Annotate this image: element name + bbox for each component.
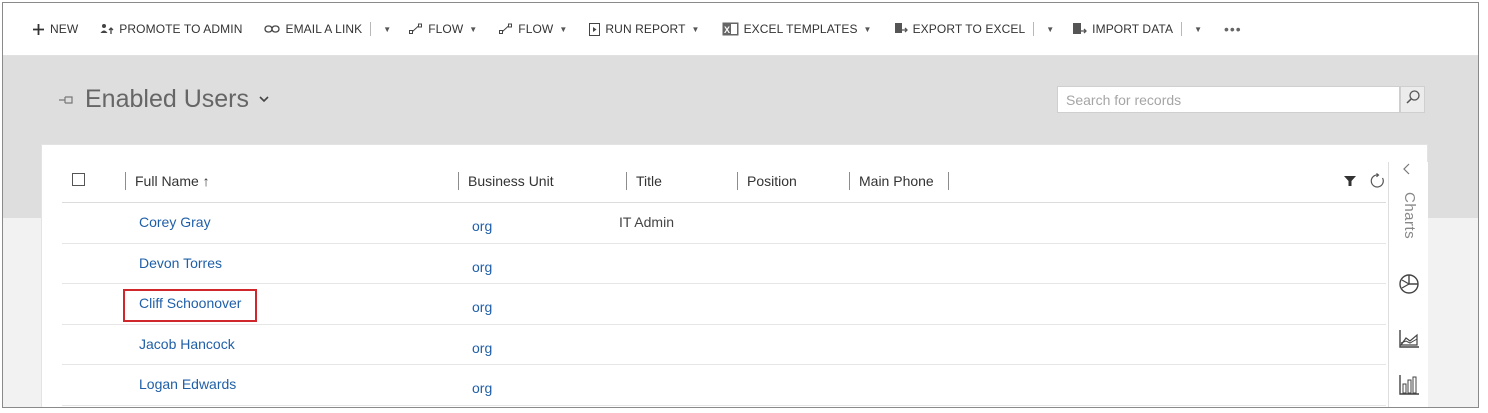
run-report-label: RUN REPORT: [605, 22, 686, 36]
chevron-down-icon: [259, 94, 269, 106]
chevron-down-icon: ▼: [863, 24, 872, 34]
table-row: Cliff Schoonover org: [62, 284, 1386, 325]
area-chart-icon[interactable]: [1398, 329, 1420, 354]
chevron-left-icon[interactable]: [1402, 162, 1410, 180]
refresh-icon[interactable]: [1370, 173, 1386, 189]
search-input[interactable]: [1057, 86, 1400, 113]
view-selector[interactable]: Enabled Users: [59, 85, 269, 114]
export-icon: [894, 22, 908, 36]
table-row: Logan Edwards org: [62, 365, 1386, 406]
column-header-title[interactable]: Title: [626, 159, 662, 203]
full-name-link[interactable]: Logan Edwards: [139, 376, 236, 392]
export-excel-dropdown[interactable]: ▼: [1046, 25, 1054, 34]
full-name-link[interactable]: Devon Torres: [139, 255, 222, 271]
column-header-position[interactable]: Position: [737, 159, 797, 203]
separator: [1181, 22, 1183, 36]
column-label: Main Phone: [859, 173, 934, 189]
email-link-label: EMAIL A LINK: [285, 22, 363, 36]
business-unit-link[interactable]: org: [472, 299, 492, 315]
app-frame: NEW PROMOTE TO ADMIN EMAIL A LINK ▼ FLOW…: [2, 2, 1479, 408]
full-name-link[interactable]: Jacob Hancock: [139, 336, 235, 352]
grid-tools: [1330, 159, 1386, 203]
flow-label-1: FLOW: [428, 22, 464, 36]
promote-icon: [100, 23, 114, 35]
flow-icon: [409, 23, 423, 35]
column-label: Position: [747, 173, 797, 189]
import-data-label: IMPORT DATA: [1092, 22, 1174, 36]
view-title: Enabled Users: [85, 85, 249, 113]
column-header-business-unit[interactable]: Business Unit: [458, 159, 554, 203]
full-name-link[interactable]: Cliff Schoonover: [139, 295, 241, 311]
separator: [370, 22, 372, 36]
bar-chart-icon[interactable]: [1398, 374, 1420, 401]
flow-button-2[interactable]: FLOW ▼: [499, 17, 567, 41]
separator: [1033, 22, 1035, 36]
business-unit-link[interactable]: org: [472, 380, 492, 396]
email-link-dropdown[interactable]: ▼: [383, 25, 391, 34]
link-icon: [264, 24, 281, 34]
import-data-dropdown[interactable]: ▼: [1194, 25, 1202, 34]
charts-toggle[interactable]: Charts: [1401, 192, 1418, 239]
excel-templates-label: EXCEL TEMPLATES: [743, 22, 858, 36]
column-label: Title: [636, 173, 662, 189]
flow-icon: [499, 23, 513, 35]
excel-icon: X: [722, 22, 739, 36]
chevron-down-icon: ▼: [691, 24, 700, 34]
business-unit-link[interactable]: org: [472, 259, 492, 275]
filter-icon[interactable]: [1344, 175, 1356, 187]
new-label: NEW: [50, 22, 79, 36]
table-row: Jacob Hancock org: [62, 325, 1386, 365]
command-bar: NEW PROMOTE TO ADMIN EMAIL A LINK ▼ FLOW…: [3, 3, 1478, 56]
email-link-button[interactable]: EMAIL A LINK: [264, 17, 362, 41]
table-row: Corey Gray org IT Admin: [62, 203, 1386, 244]
import-icon: [1072, 22, 1088, 36]
import-data-split: IMPORT DATA ▼: [1072, 17, 1202, 41]
excel-templates-button[interactable]: X EXCEL TEMPLATES ▼: [722, 17, 872, 41]
column-header-main-phone[interactable]: Main Phone: [849, 159, 949, 203]
import-data-button[interactable]: IMPORT DATA: [1072, 17, 1173, 41]
column-label: Full Name ↑: [135, 173, 210, 189]
pie-chart-icon[interactable]: [1398, 273, 1420, 300]
export-excel-split: EXPORT TO EXCEL ▼: [894, 17, 1054, 41]
column-header-full-name[interactable]: Full Name ↑: [125, 159, 210, 203]
promote-label: PROMOTE TO ADMIN: [119, 22, 243, 36]
column-label: Business Unit: [468, 173, 554, 189]
table-row: Devon Torres org: [62, 244, 1386, 284]
grid-panel: Full Name ↑ Business Unit Title Position…: [41, 144, 1428, 407]
run-report-button[interactable]: RUN REPORT ▼: [589, 17, 699, 41]
title-cell: IT Admin: [619, 214, 674, 230]
search-button[interactable]: [1400, 86, 1425, 113]
business-unit-link[interactable]: org: [472, 218, 492, 234]
report-icon: [589, 22, 601, 36]
plus-icon: [32, 23, 45, 36]
full-name-link[interactable]: Corey Gray: [139, 214, 211, 230]
search-icon: [1405, 90, 1420, 109]
export-excel-label: EXPORT TO EXCEL: [912, 22, 1026, 36]
flow-label-2: FLOW: [518, 22, 554, 36]
grid-header: Full Name ↑ Business Unit Title Position…: [62, 159, 1386, 203]
more-commands-button[interactable]: •••: [1224, 21, 1242, 37]
email-link-split: EMAIL A LINK ▼: [264, 17, 391, 41]
records-grid: Full Name ↑ Business Unit Title Position…: [62, 159, 1386, 406]
new-button[interactable]: NEW: [32, 17, 78, 41]
charts-rail: Charts: [1388, 162, 1428, 407]
pin-icon: [59, 92, 75, 108]
chevron-down-icon: ▼: [469, 24, 478, 34]
chevron-down-icon: ▼: [559, 24, 568, 34]
flow-button-1[interactable]: FLOW ▼: [409, 17, 477, 41]
export-to-excel-button[interactable]: EXPORT TO EXCEL: [894, 17, 1026, 41]
business-unit-link[interactable]: org: [472, 340, 492, 356]
promote-to-admin-button[interactable]: PROMOTE TO ADMIN: [100, 17, 242, 41]
svg-text:X: X: [724, 25, 730, 35]
select-all-checkbox[interactable]: [72, 173, 85, 186]
